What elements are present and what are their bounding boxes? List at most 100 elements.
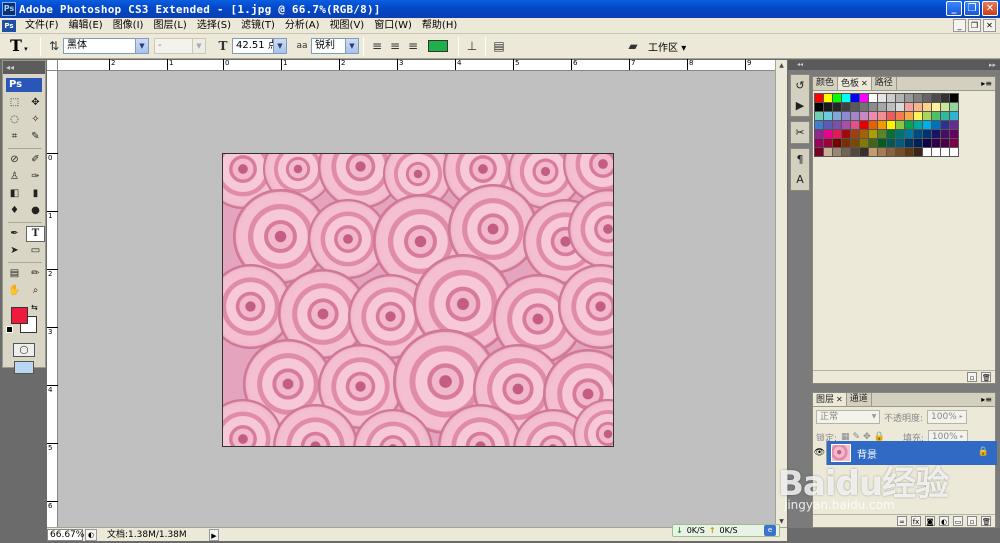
notes-tool-icon[interactable]: ▤ (5, 266, 24, 282)
menu-view[interactable]: 视图(V) (325, 18, 370, 34)
minimize-button[interactable]: _ (946, 1, 962, 16)
pen-tool-icon[interactable]: ✒ (5, 226, 24, 242)
antialias-select[interactable]: 锐利 ▼ (311, 38, 359, 54)
toolbox-grip[interactable]: ◂◂ (3, 61, 45, 74)
eraser-tool-icon[interactable]: ◧ (5, 186, 24, 202)
vertical-scrollbar[interactable]: ▲ ▼ (775, 60, 787, 527)
document-image[interactable] (222, 153, 614, 447)
panel-dock-grip[interactable]: ▸▸ (812, 60, 1000, 70)
restore-button[interactable]: ❐ (964, 1, 980, 16)
scroll-up-icon[interactable]: ▲ (776, 60, 787, 71)
warp-text-icon[interactable]: ⊥ (463, 37, 481, 55)
doc-minimize-button[interactable]: _ (953, 19, 966, 32)
zoom-level-field[interactable]: 66.67% (47, 529, 84, 541)
close-button[interactable]: ✕ (982, 1, 998, 16)
default-colors-icon[interactable] (6, 326, 13, 333)
tab-channels[interactable]: 通道 (847, 393, 872, 406)
tab-layers[interactable]: 图层 ✕ (813, 393, 847, 406)
align-right-icon[interactable]: ≡ (404, 37, 422, 55)
marquee-tool-icon[interactable]: ⬚ (5, 95, 24, 111)
menu-filter[interactable]: 滤镜(T) (236, 18, 280, 34)
magic-wand-tool-icon[interactable]: ✧ (26, 112, 45, 128)
zoom-tool-icon[interactable]: ⌕ (26, 283, 45, 299)
new-layer-icon[interactable]: ▫ (967, 516, 977, 526)
character-panel-icon[interactable]: ▤ (490, 37, 508, 55)
gradient-tool-icon[interactable]: ▮ (26, 186, 45, 202)
opacity-field[interactable]: 100% ▸ (927, 410, 968, 424)
menu-help[interactable]: 帮助(H) (417, 18, 462, 34)
vertical-ruler[interactable]: 0 1 2 3 4 5 6 (47, 71, 58, 527)
menu-image[interactable]: 图像(I) (108, 18, 149, 34)
tool-preset-picker[interactable]: T ▾ (0, 35, 36, 57)
menu-file[interactable]: 文件(F) (20, 18, 64, 34)
path-selection-tool-icon[interactable]: ➤ (5, 243, 24, 259)
tab-color[interactable]: 颜色 (813, 77, 839, 90)
text-orientation-icon[interactable]: ⇅ (45, 37, 63, 55)
new-group-icon[interactable]: ▭ (953, 516, 963, 526)
lasso-tool-icon[interactable]: ◌ (5, 112, 24, 128)
link-layers-icon[interactable]: ∞ (897, 516, 907, 526)
new-swatch-icon[interactable]: ▫ (967, 372, 977, 382)
adjustment-layer-icon[interactable]: ◐ (939, 516, 949, 526)
font-size-select[interactable]: 42.51 点 ▼ (232, 38, 287, 54)
swap-colors-icon[interactable]: ⇆ (31, 303, 38, 312)
network-app-icon[interactable]: e (764, 525, 776, 536)
paragraph-panel-icon[interactable]: ¶ (791, 150, 809, 169)
blur-tool-icon[interactable]: ♦ (5, 203, 24, 219)
layer-row-background[interactable]: 👁 背景 🔒 (813, 441, 997, 465)
dodge-tool-icon[interactable]: ● (26, 203, 45, 219)
tool-presets-panel-icon[interactable]: ✂ (791, 123, 809, 142)
visibility-eye-icon[interactable]: 👁 (813, 441, 827, 465)
font-style-select[interactable]: - ▼ (154, 38, 206, 54)
tab-swatches[interactable]: 色板 ✕ (838, 77, 872, 90)
layer-mask-icon[interactable]: ◙ (925, 516, 935, 526)
screen-mode-button[interactable] (14, 361, 34, 374)
dock-grip[interactable]: ◂◂ (788, 60, 812, 70)
character-panel-icon[interactable]: A (791, 170, 809, 189)
shape-tool-icon[interactable]: ▭ (26, 243, 45, 259)
text-color-swatch[interactable] (428, 40, 448, 52)
tab-paths[interactable]: 路径 (872, 77, 897, 90)
menu-analysis[interactable]: 分析(A) (280, 18, 325, 34)
panel-menu-icon[interactable]: ▸≡ (981, 79, 992, 88)
close-icon[interactable]: ✕ (836, 395, 843, 404)
panel-menu-icon[interactable]: ▸≡ (981, 395, 992, 404)
doc-close-button[interactable]: ✕ (983, 19, 996, 32)
align-center-icon[interactable]: ≡ (386, 37, 404, 55)
foreground-color-swatch[interactable] (11, 307, 28, 324)
horizontal-ruler[interactable]: 2 1 0 1 2 3 4 5 6 7 8 9 (47, 59, 775, 71)
blend-mode-select[interactable]: 正常 ▼ (816, 410, 880, 424)
quick-mask-button[interactable]: ◯ (13, 343, 35, 357)
menu-select[interactable]: 选择(S) (192, 18, 236, 34)
slice-tool-icon[interactable]: ✎ (26, 129, 45, 145)
layer-style-icon[interactable]: fx (911, 516, 921, 526)
font-family-select[interactable]: 黑体 ▼ (63, 38, 149, 54)
crop-tool-icon[interactable]: ⌗ (5, 129, 24, 145)
ruler-origin[interactable] (47, 60, 58, 71)
color-swatch[interactable] (949, 147, 959, 157)
move-tool-icon[interactable]: ✥ (26, 95, 45, 111)
type-tool-icon[interactable]: T (26, 226, 45, 242)
status-menu-arrow-icon[interactable]: ▶ (209, 529, 219, 541)
healing-brush-tool-icon[interactable]: ⊘ (5, 152, 24, 168)
menu-edit[interactable]: 编辑(E) (64, 18, 108, 34)
status-icon[interactable]: ◐ (85, 529, 97, 541)
delete-swatch-icon[interactable]: 🗑 (981, 372, 991, 382)
menu-layer[interactable]: 图层(L) (148, 18, 191, 34)
actions-panel-icon[interactable]: ▶ (791, 96, 809, 115)
bridge-icon[interactable]: ▰ (624, 37, 642, 55)
photoshop-logo[interactable]: Ps (6, 78, 42, 92)
align-left-icon[interactable]: ≡ (368, 37, 386, 55)
history-brush-tool-icon[interactable]: ✑ (26, 169, 45, 185)
doc-restore-button[interactable]: ❐ (968, 19, 981, 32)
eyedropper-tool-icon[interactable]: ✏ (26, 266, 45, 282)
brush-tool-icon[interactable]: ✐ (26, 152, 45, 168)
hand-tool-icon[interactable]: ✋ (5, 283, 24, 299)
close-icon[interactable]: ✕ (861, 79, 868, 88)
clone-stamp-tool-icon[interactable]: ♙ (5, 169, 24, 185)
delete-layer-icon[interactable]: 🗑 (981, 516, 991, 526)
menu-window[interactable]: 窗口(W) (369, 18, 417, 34)
history-panel-icon[interactable]: ↺ (791, 76, 809, 95)
workspace-menu[interactable]: 工作区 ▾ (648, 39, 686, 54)
chevron-down-icon: ▼ (192, 39, 205, 53)
